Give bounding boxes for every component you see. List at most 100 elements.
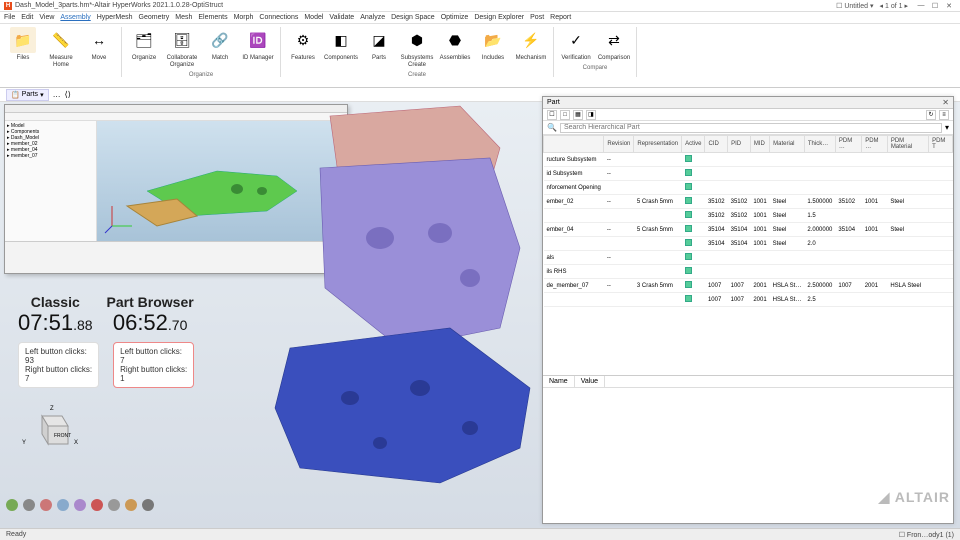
menu-post[interactable]: Post	[530, 14, 544, 21]
part-col-header[interactable]: PDM …	[835, 136, 861, 153]
ribbon-mechanism[interactable]: ⚡Mechanism	[514, 27, 548, 69]
active-checkbox[interactable]	[685, 197, 692, 204]
menu-mesh[interactable]: Mesh	[175, 14, 192, 21]
part-row[interactable]: ructure Subsystem--	[544, 153, 953, 167]
close-button[interactable]: ✕	[942, 1, 956, 11]
menu-design explorer[interactable]: Design Explorer	[474, 14, 524, 21]
ribbon-comparison[interactable]: ⇄Comparison	[597, 27, 631, 62]
tree-item[interactable]: ▸ member_07	[7, 153, 94, 159]
menu-edit[interactable]: Edit	[21, 14, 33, 21]
ribbon-files[interactable]: 📁Files	[6, 27, 40, 69]
part-row[interactable]: ember_04--5 Crash 5mm35104351041001Steel…	[544, 223, 953, 237]
part-row[interactable]: 35104351041001Steel2.0	[544, 237, 953, 251]
part-table[interactable]: RevisionRepresentationActiveCIDPIDMIDMat…	[543, 135, 953, 375]
part-col-header[interactable]: PID	[728, 136, 751, 153]
part-row[interactable]: 35102351021001Steel1.5	[544, 209, 953, 223]
ribbon-parts[interactable]: ◪Parts	[362, 27, 396, 69]
menu-geometry[interactable]: Geometry	[139, 14, 170, 21]
menu-elements[interactable]: Elements	[198, 14, 227, 21]
minimize-button[interactable]: —	[914, 1, 928, 11]
view-cube[interactable]: FRONT Z Y X	[20, 404, 80, 454]
part-panel-header[interactable]: Part ✕	[543, 97, 953, 109]
maximize-button[interactable]: ☐	[928, 1, 942, 11]
tool-icon[interactable]	[23, 499, 35, 511]
active-checkbox[interactable]	[685, 155, 692, 162]
part-row[interactable]: 100710072001HSLA St…2.5	[544, 293, 953, 307]
part-col-header[interactable]: Material	[770, 136, 805, 153]
menu-file[interactable]: File	[4, 14, 15, 21]
active-checkbox[interactable]	[685, 253, 692, 260]
part-tool-button[interactable]: □	[560, 110, 570, 120]
tool-icon[interactable]	[91, 499, 103, 511]
ribbon-includes[interactable]: 📂Includes	[476, 27, 510, 69]
active-checkbox[interactable]	[685, 225, 692, 232]
menu-hypermesh[interactable]: HyperMesh	[97, 14, 133, 21]
ribbon-id-manager[interactable]: 🆔ID Manager	[241, 27, 275, 69]
active-checkbox[interactable]	[685, 239, 692, 246]
menu-report[interactable]: Report	[550, 14, 571, 21]
untitled-dropdown[interactable]: ☐ Untitled ▾	[836, 2, 873, 10]
active-checkbox[interactable]	[685, 295, 692, 302]
ribbon-measure-home[interactable]: 📏Measure Home	[44, 27, 78, 69]
ribbon-verification[interactable]: ✓Verification	[559, 27, 593, 62]
ribbon-match[interactable]: 🔗Match	[203, 27, 237, 69]
tool-icon[interactable]	[74, 499, 86, 511]
menu-morph[interactable]: Morph	[234, 14, 254, 21]
part-search-input[interactable]	[560, 123, 942, 133]
part-col-header[interactable]: MID	[750, 136, 769, 153]
active-checkbox[interactable]	[685, 169, 692, 176]
tool-icon[interactable]	[142, 499, 154, 511]
ribbon-move[interactable]: ↔Move	[82, 27, 116, 69]
part-col-header[interactable]	[544, 136, 604, 153]
part-col-header[interactable]: CID	[705, 136, 728, 153]
menu-view[interactable]: View	[39, 14, 54, 21]
part-row[interactable]: de_member_07--3 Crash 5mm100710072001HSL…	[544, 279, 953, 293]
menu-design space[interactable]: Design Space	[391, 14, 435, 21]
active-checkbox[interactable]	[685, 211, 692, 218]
ribbon-organize[interactable]: 🗂Organize	[127, 27, 161, 69]
active-checkbox[interactable]	[685, 183, 692, 190]
part-col-header[interactable]: PDM …	[862, 136, 888, 153]
parts-chip[interactable]: 📋 Parts ▾	[6, 89, 49, 101]
part-tool-button[interactable]: ▦	[573, 110, 583, 120]
part-tool-button[interactable]: ↻	[926, 110, 936, 120]
part-tool-button[interactable]: ☐	[547, 110, 557, 120]
active-checkbox[interactable]	[685, 267, 692, 274]
active-checkbox[interactable]	[685, 281, 692, 288]
tool-icon[interactable]	[6, 499, 18, 511]
menu-analyze[interactable]: Analyze	[360, 14, 385, 21]
part-panel-close-icon[interactable]: ✕	[942, 98, 949, 107]
model-viewport[interactable]	[270, 88, 550, 508]
ribbon-features[interactable]: ⚙Features	[286, 27, 320, 69]
subbar-icon[interactable]: …	[53, 90, 61, 99]
ribbon-components[interactable]: ◧Components	[324, 27, 358, 69]
ribbon-assemblies[interactable]: ⬣Assemblies	[438, 27, 472, 69]
menu-validate[interactable]: Validate	[329, 14, 354, 21]
classic-tree[interactable]: ▸ Model▸ Components▸ Dash_Model▸ member_…	[5, 121, 97, 241]
menu-assembly[interactable]: Assembly	[60, 14, 90, 21]
part-row[interactable]: ember_02--5 Crash 5mm35102351021001Steel…	[544, 195, 953, 209]
ribbon-subsystems-create[interactable]: ⬢Subsystems Create	[400, 27, 434, 69]
part-col-header[interactable]: Thick…	[804, 136, 835, 153]
part-row[interactable]: als--	[544, 251, 953, 265]
subbar-icon[interactable]: ⟨⟩	[65, 90, 71, 99]
part-col-header[interactable]: Active	[682, 136, 705, 153]
status-model[interactable]: ☐ Fron…ody1 (1)	[899, 531, 954, 539]
ribbon-collaborate-organize[interactable]: 🗄Collaborate Organize	[165, 27, 199, 69]
menu-model[interactable]: Model	[304, 14, 323, 21]
tool-icon[interactable]	[125, 499, 137, 511]
workspace[interactable]: ▸ Model▸ Components▸ Dash_Model▸ member_…	[0, 102, 960, 528]
menu-connections[interactable]: Connections	[259, 14, 298, 21]
part-row[interactable]: nforcement Opening	[544, 181, 953, 195]
part-col-header[interactable]: Representation	[634, 136, 682, 153]
part-tool-button[interactable]: ◨	[586, 110, 596, 120]
part-col-header[interactable]: PDM T	[929, 136, 953, 153]
search-clear-icon[interactable]: ▾	[945, 123, 949, 132]
part-row[interactable]: id Subsystem--	[544, 167, 953, 181]
part-col-header[interactable]: Revision	[604, 136, 634, 153]
tool-icon[interactable]	[108, 499, 120, 511]
tool-icon[interactable]	[40, 499, 52, 511]
part-col-header[interactable]: PDM Material	[887, 136, 928, 153]
tool-icon[interactable]	[57, 499, 69, 511]
menu-optimize[interactable]: Optimize	[441, 14, 469, 21]
